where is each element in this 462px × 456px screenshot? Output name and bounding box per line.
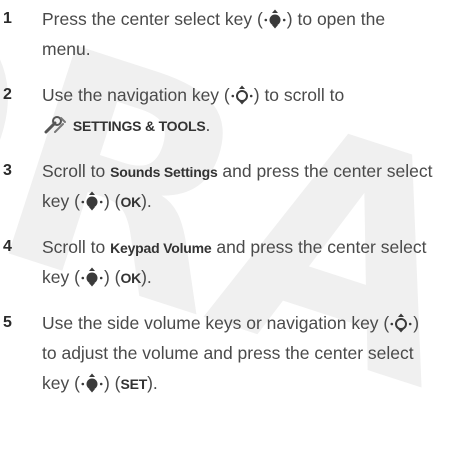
step-text-part: menu. bbox=[42, 39, 91, 59]
settings-tools-label: SETTINGS & TOOLS bbox=[72, 118, 206, 134]
step-number: 2 bbox=[3, 86, 12, 103]
step-number: 4 bbox=[3, 238, 12, 255]
step-text-part: and press the center select bbox=[217, 161, 433, 181]
step-number: 1 bbox=[3, 10, 12, 27]
sounds-settings-label: Sounds Settings bbox=[110, 164, 218, 180]
step-text-part: . bbox=[205, 115, 211, 135]
step-text-part: ) to scroll to bbox=[253, 85, 345, 105]
set-label: SET bbox=[120, 376, 148, 392]
step-text-part: ) to open the bbox=[286, 9, 386, 29]
step-text: Scroll to Sounds Settings and press the … bbox=[42, 156, 460, 216]
step-text: Press the center select key ( ) to open t… bbox=[42, 4, 460, 64]
step-text-part: Use the navigation key ( bbox=[42, 85, 230, 105]
center-select-key-icon bbox=[81, 372, 103, 402]
step-text-part: key ( bbox=[42, 373, 80, 393]
step-text: Use the navigation key ( ) to scroll to S… bbox=[42, 80, 460, 140]
step-text-part: ) ( bbox=[103, 373, 121, 393]
center-select-key-icon bbox=[264, 8, 286, 38]
settings-tools-icon bbox=[43, 114, 67, 144]
navigation-key-icon bbox=[231, 84, 253, 114]
step-text-part: key ( bbox=[42, 267, 80, 287]
step-text-part: to adjust the volume and press the cente… bbox=[42, 343, 414, 363]
step-text-part: Scroll to bbox=[42, 237, 111, 257]
keypad-volume-label: Keypad Volume bbox=[110, 240, 212, 256]
center-select-key-icon bbox=[81, 266, 103, 296]
step-text: Use the side volume keys or navigation k… bbox=[42, 308, 460, 398]
step-text: Scroll to Keypad Volume and press the ce… bbox=[42, 232, 460, 292]
step-number: 3 bbox=[3, 162, 12, 179]
ok-label: OK bbox=[120, 270, 142, 286]
step-text-part: ) bbox=[413, 313, 420, 333]
step-text-part: Scroll to bbox=[42, 161, 111, 181]
step-text-part: and press the center select bbox=[211, 237, 427, 257]
ok-label: OK bbox=[120, 194, 142, 210]
step-text-part: ) ( bbox=[103, 267, 121, 287]
step-number: 5 bbox=[3, 314, 12, 331]
step-text-part: Use the side volume keys or navigation k… bbox=[42, 313, 390, 333]
step-text-part: ) ( bbox=[103, 191, 121, 211]
step-text-part: key ( bbox=[42, 191, 80, 211]
step-text-part: ). bbox=[147, 373, 158, 393]
step-text-part: Press the center select key ( bbox=[42, 9, 263, 29]
step-text-part: ). bbox=[141, 267, 152, 287]
step-text-part: ). bbox=[141, 191, 152, 211]
center-select-key-icon bbox=[81, 190, 103, 220]
